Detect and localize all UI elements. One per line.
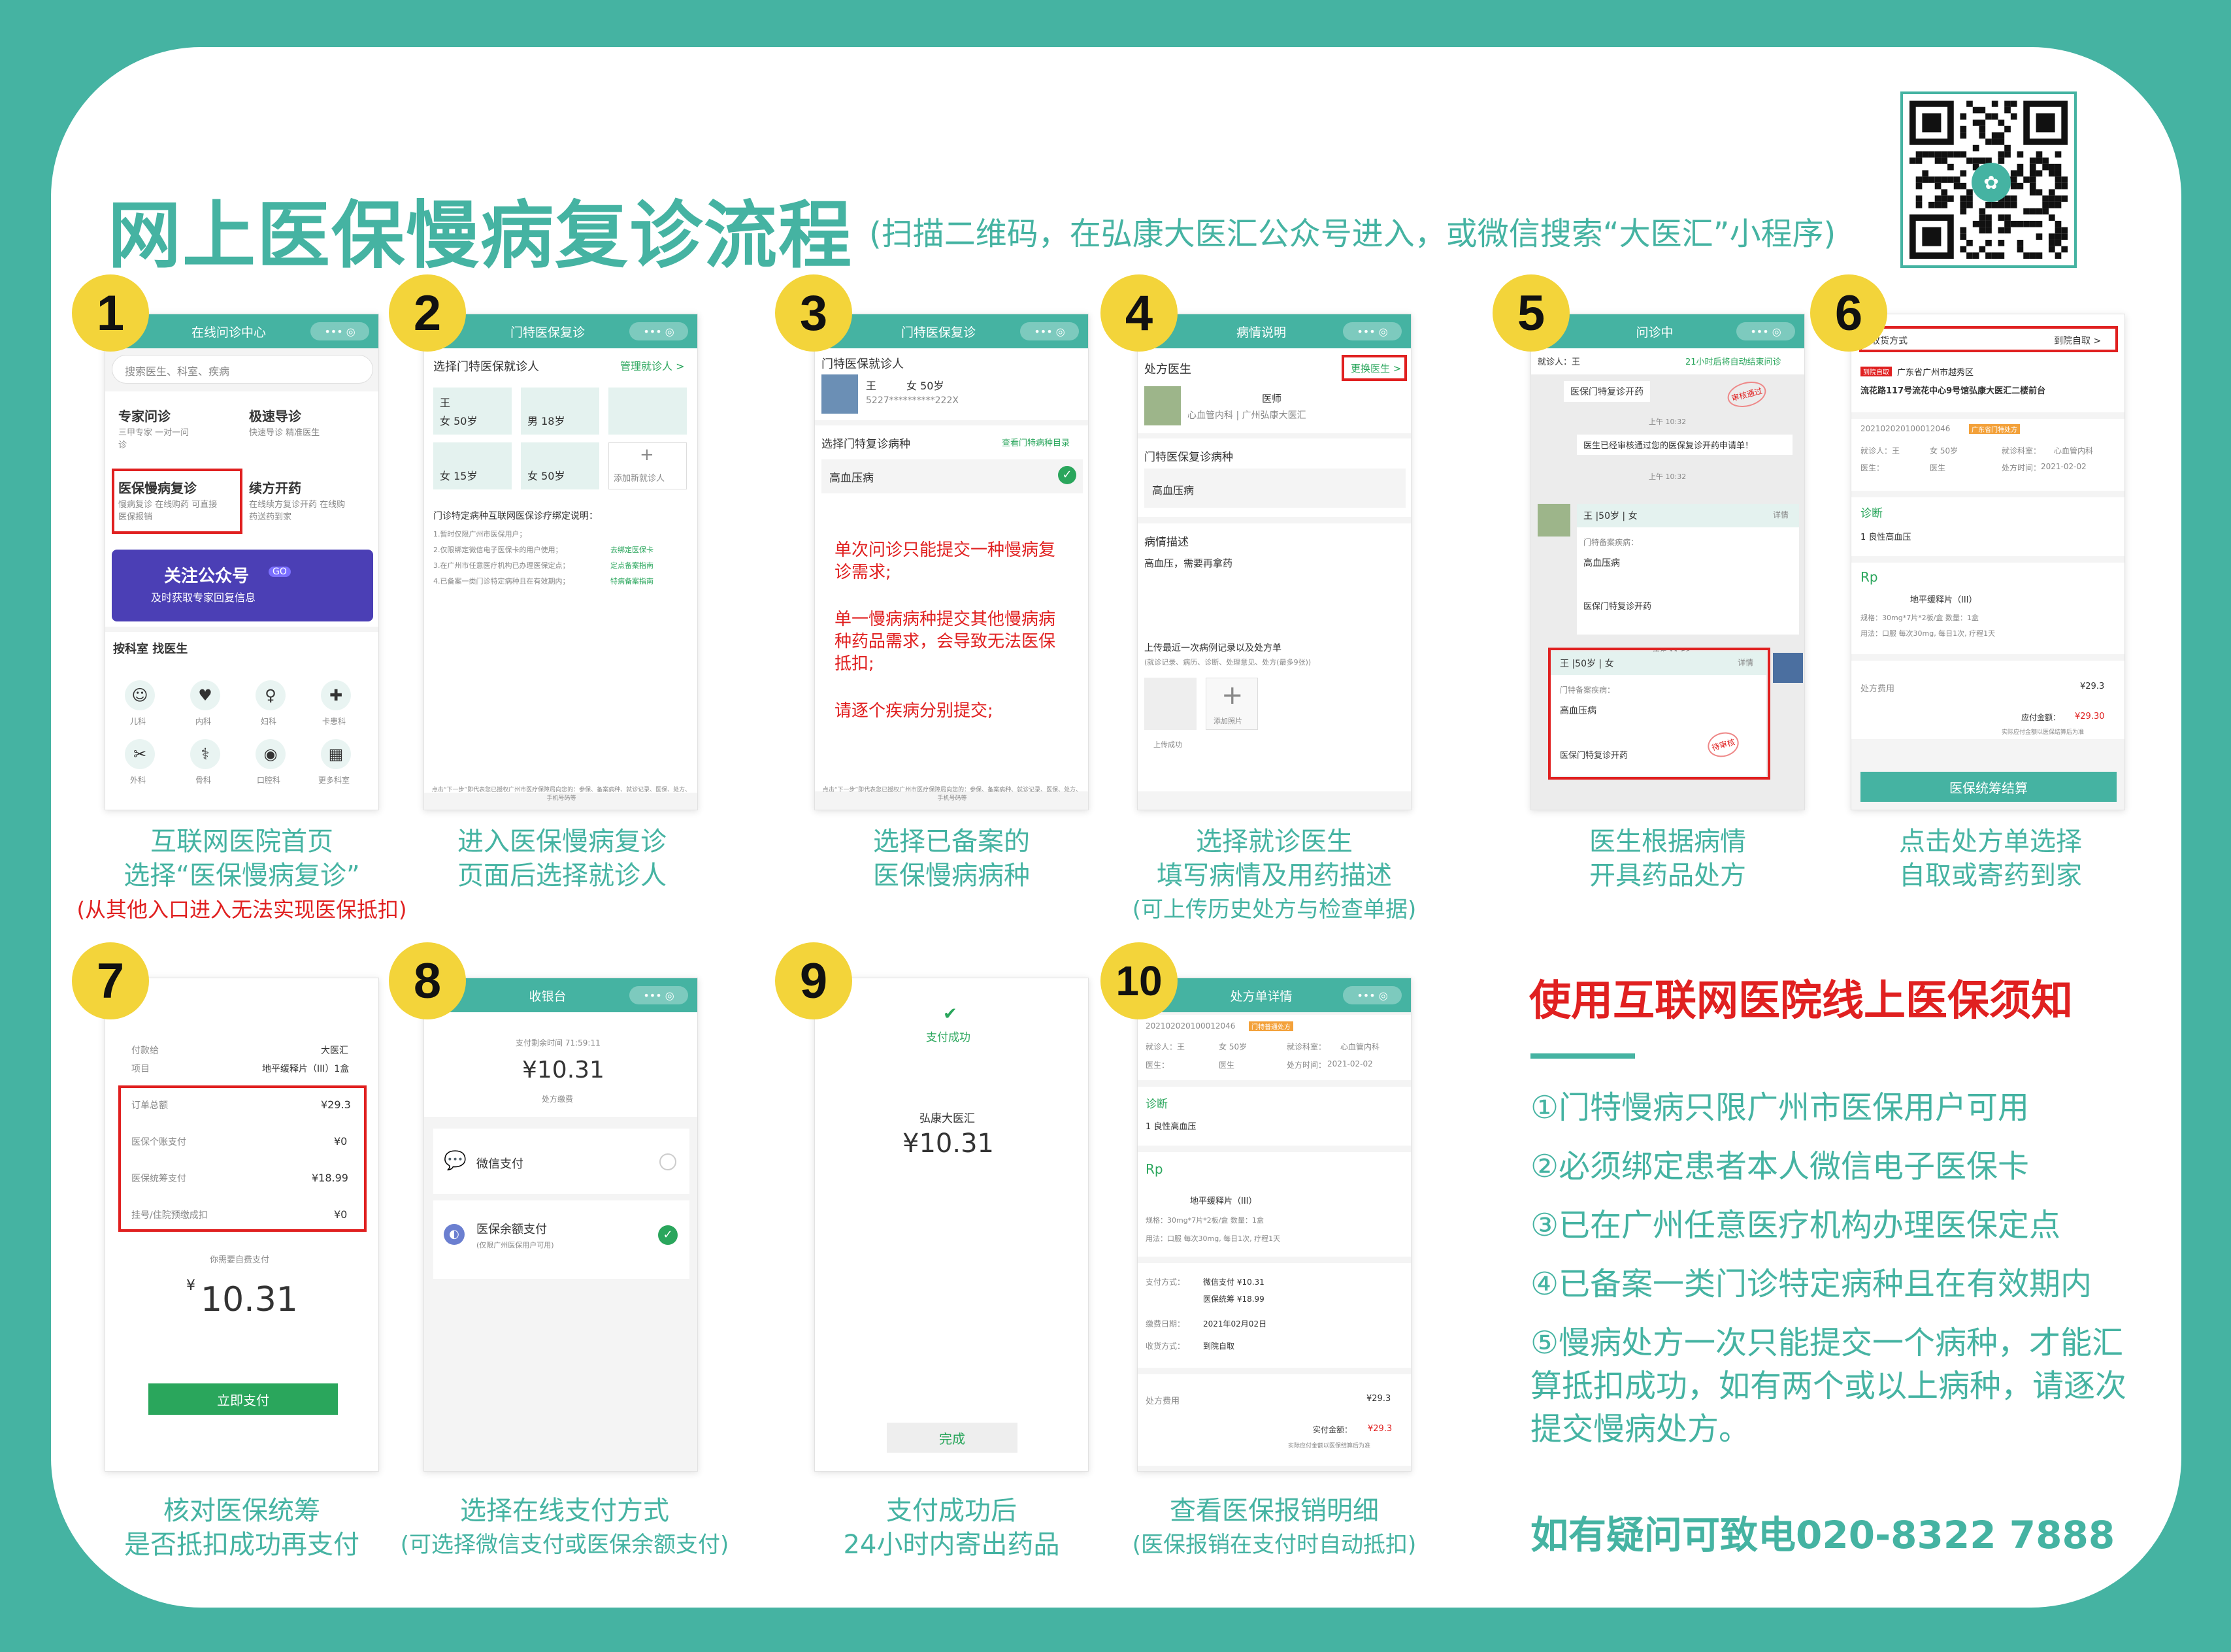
insurance-icon: ◐ xyxy=(444,1224,465,1245)
dept-more-icon[interactable]: ▦ xyxy=(321,739,351,769)
radio-wechat[interactable] xyxy=(659,1153,676,1170)
mini-menu-icon[interactable]: ••• ◎ xyxy=(1343,986,1402,1004)
manage-patients-link[interactable]: 管理就诊人 > xyxy=(620,357,685,373)
screen-1: 在线问诊中心 ••• ◎ 搜索医生、科室、疾病 专家问诊 三甲专家 一对一问诊 极… xyxy=(105,314,379,810)
notice-title: 使用互联网医院线上医保须知 xyxy=(1529,977,2073,1025)
step-10-caption: 查看医保报销明细 (医保报销在支付时自动抵扣) xyxy=(1132,1496,1417,1558)
mini-menu-icon[interactable]: ••• ◎ xyxy=(1736,322,1795,340)
wechat-pay-option[interactable] xyxy=(433,1129,689,1194)
screen-2: 门特医保复诊 ••• ◎ 选择门特医保就诊人 管理就诊人 > 王 女 50岁 男 … xyxy=(423,314,698,810)
plus-icon: + xyxy=(640,445,654,465)
check-icon: ✓ xyxy=(1058,466,1076,484)
contact-phone: 如有疑问可致电020-8322 7888 xyxy=(1530,1513,2115,1557)
step-7-caption: 核对医保统筹 是否抵扣成功再支付 xyxy=(124,1496,359,1560)
insurance-balance-option[interactable] xyxy=(433,1200,689,1279)
search-input[interactable]: 搜索医生、科室、疾病 xyxy=(125,363,229,378)
notice-divider xyxy=(1530,1053,1635,1059)
notice-item-1: ①门特慢病只限广州市医保用户可用 xyxy=(1530,1089,2030,1126)
screen-4: 病情说明 ••• ◎ 处方医生 更换医生 > 医师 心血管内科 | 广州弘康大医汇… xyxy=(1137,314,1412,810)
mini-menu-icon[interactable]: ••• ◎ xyxy=(1020,322,1079,340)
step-badge-9: 9 xyxy=(775,942,852,1019)
point-guide-link[interactable]: 定点备案指南 xyxy=(610,560,653,570)
step-badge-4: 4 xyxy=(1100,274,1178,352)
step-2-caption: 进入医保慢病复诊 页面后选择就诊人 xyxy=(457,827,667,891)
tile-expert[interactable]: 专家问诊 xyxy=(118,406,171,425)
disease-catalog-link[interactable]: 查看门特病种目录 xyxy=(1002,436,1070,448)
screen-3: 门特医保复诊 ••• ◎ 门特医保就诊人 王 女 50岁 5227********… xyxy=(814,314,1089,810)
pay-now-button[interactable]: 立即支付 xyxy=(148,1383,338,1415)
section-dept-title: 按科室 找医生 xyxy=(113,642,188,656)
dept-gyne-icon[interactable]: ♀ xyxy=(256,680,286,710)
mini-menu-icon[interactable]: ••• ◎ xyxy=(310,322,369,340)
notice-item-5: ⑤慢病处方一次只能提交一个病种，才能汇算抵扣成功，如有两个或以上病种，请逐次提交… xyxy=(1530,1325,2127,1447)
dept-dental-icon[interactable]: ◉ xyxy=(256,739,286,769)
notice-item-4: ④已备案一类门诊特定病种且在有效期内 xyxy=(1530,1266,2092,1302)
step-3-caption: 选择已备案的 医保慢病病种 xyxy=(873,827,1030,891)
dept-pediatrics-icon[interactable]: ☺ xyxy=(125,680,155,710)
step-badge-10: 10 xyxy=(1100,942,1178,1019)
notice-item-3: ③已在广州任意医疗机构办理医保定点 xyxy=(1530,1207,2061,1244)
step-5-caption: 医生根据病情 开具药品处方 xyxy=(1589,827,1746,891)
step-badge-2: 2 xyxy=(389,274,466,352)
screen-5: 问诊中 ••• ◎ 就诊人：王 21小时后将自动结束问诊 医保门特复诊开药 审核通… xyxy=(1530,314,1805,810)
screen-8: 收银台 ••• ◎ 支付剩余时间 71:59:11 ¥10.31 处方缴费 💬 微… xyxy=(423,978,698,1472)
wechat-icon: 💬 xyxy=(444,1149,467,1171)
radio-insurance-checked-icon[interactable]: ✓ xyxy=(658,1225,678,1245)
mini-menu-icon[interactable]: ••• ◎ xyxy=(629,986,688,1004)
dept-bone-icon[interactable]: ⚕ xyxy=(190,739,220,769)
step-badge-1: 1 xyxy=(72,274,149,352)
doctor-avatar xyxy=(1538,504,1570,537)
leaf-logo-icon: ✿ xyxy=(1972,163,2011,202)
mini-menu-icon[interactable]: ••• ◎ xyxy=(629,322,688,340)
tile-fast-guide[interactable]: 极速导诊 xyxy=(249,406,301,425)
step-badge-6: 6 xyxy=(1810,274,1887,352)
plus-icon: + xyxy=(1221,680,1244,710)
dept-other-icon[interactable]: ✚ xyxy=(321,680,351,710)
page-subtitle: (扫描二维码，在弘康大医汇公众号进入，或微信搜索“大医汇”小程序) xyxy=(869,216,1836,252)
step-4-caption: 选择就诊医生 填写病情及用药描述 (可上传历史处方与检查单据) xyxy=(1132,827,1417,923)
dept-surgery-icon[interactable]: ✂ xyxy=(125,739,155,769)
step-8-caption: 选择在线支付方式 (可选择微信支付或医保余额支付) xyxy=(400,1496,729,1558)
success-check-icon: ✔ xyxy=(943,1004,957,1024)
tile-renew-prescription[interactable]: 续方开药 xyxy=(249,478,301,497)
notice-item-2: ②必须绑定患者本人微信电子医保卡 xyxy=(1530,1148,2030,1185)
bind-card-link[interactable]: 去绑定医保卡 xyxy=(610,544,653,555)
mini-menu-icon[interactable]: ••• ◎ xyxy=(1343,322,1402,340)
step-badge-8: 8 xyxy=(389,942,466,1019)
step-6-caption: 点击处方单选择 自取或寄药到家 xyxy=(1899,827,2082,891)
pay-amount: 10.31 xyxy=(201,1280,298,1319)
condition-textarea[interactable]: 高血压，需要再拿药 xyxy=(1144,556,1232,570)
step-badge-7: 7 xyxy=(72,942,149,1019)
step-badge-3: 3 xyxy=(775,274,852,352)
doctor-avatar xyxy=(1144,386,1181,425)
qr-code[interactable]: ✿ xyxy=(1900,91,2077,268)
disease-guide-link[interactable]: 特病备案指南 xyxy=(610,576,653,586)
screen-7: 付款给 大医汇 项目 地平缓释片（III）1盒 订单总额 ¥29.3 医保个账支… xyxy=(105,978,379,1472)
insurance-settle-button[interactable]: 医保统筹结算 xyxy=(1860,772,2117,802)
screen-6: 收货方式 到院自取 > 到院自取 广东省广州市越秀区 流花路117号流花中心9号… xyxy=(1851,314,2125,810)
step-1-caption: 互联网医院首页 选择“医保慢病复诊” (从其他入口进入无法实现医保抵扣) xyxy=(76,827,407,922)
page-title: 网上医保慢病复诊流程 xyxy=(108,193,853,278)
screen-10: 处方单详情 ••• ◎ 202102020100012046 门特普通处方 就诊人… xyxy=(1137,978,1412,1472)
done-button[interactable]: 完成 xyxy=(887,1423,1017,1453)
step-9-caption: 支付成功后 24小时内寄出药品 xyxy=(843,1496,1060,1560)
dept-internal-icon[interactable]: ♥ xyxy=(190,680,220,710)
screen-9: ✔ 支付成功 弘康大医汇 ¥10.31 完成 xyxy=(814,978,1089,1472)
step-badge-5: 5 xyxy=(1493,274,1570,352)
patient-avatar xyxy=(821,374,858,414)
